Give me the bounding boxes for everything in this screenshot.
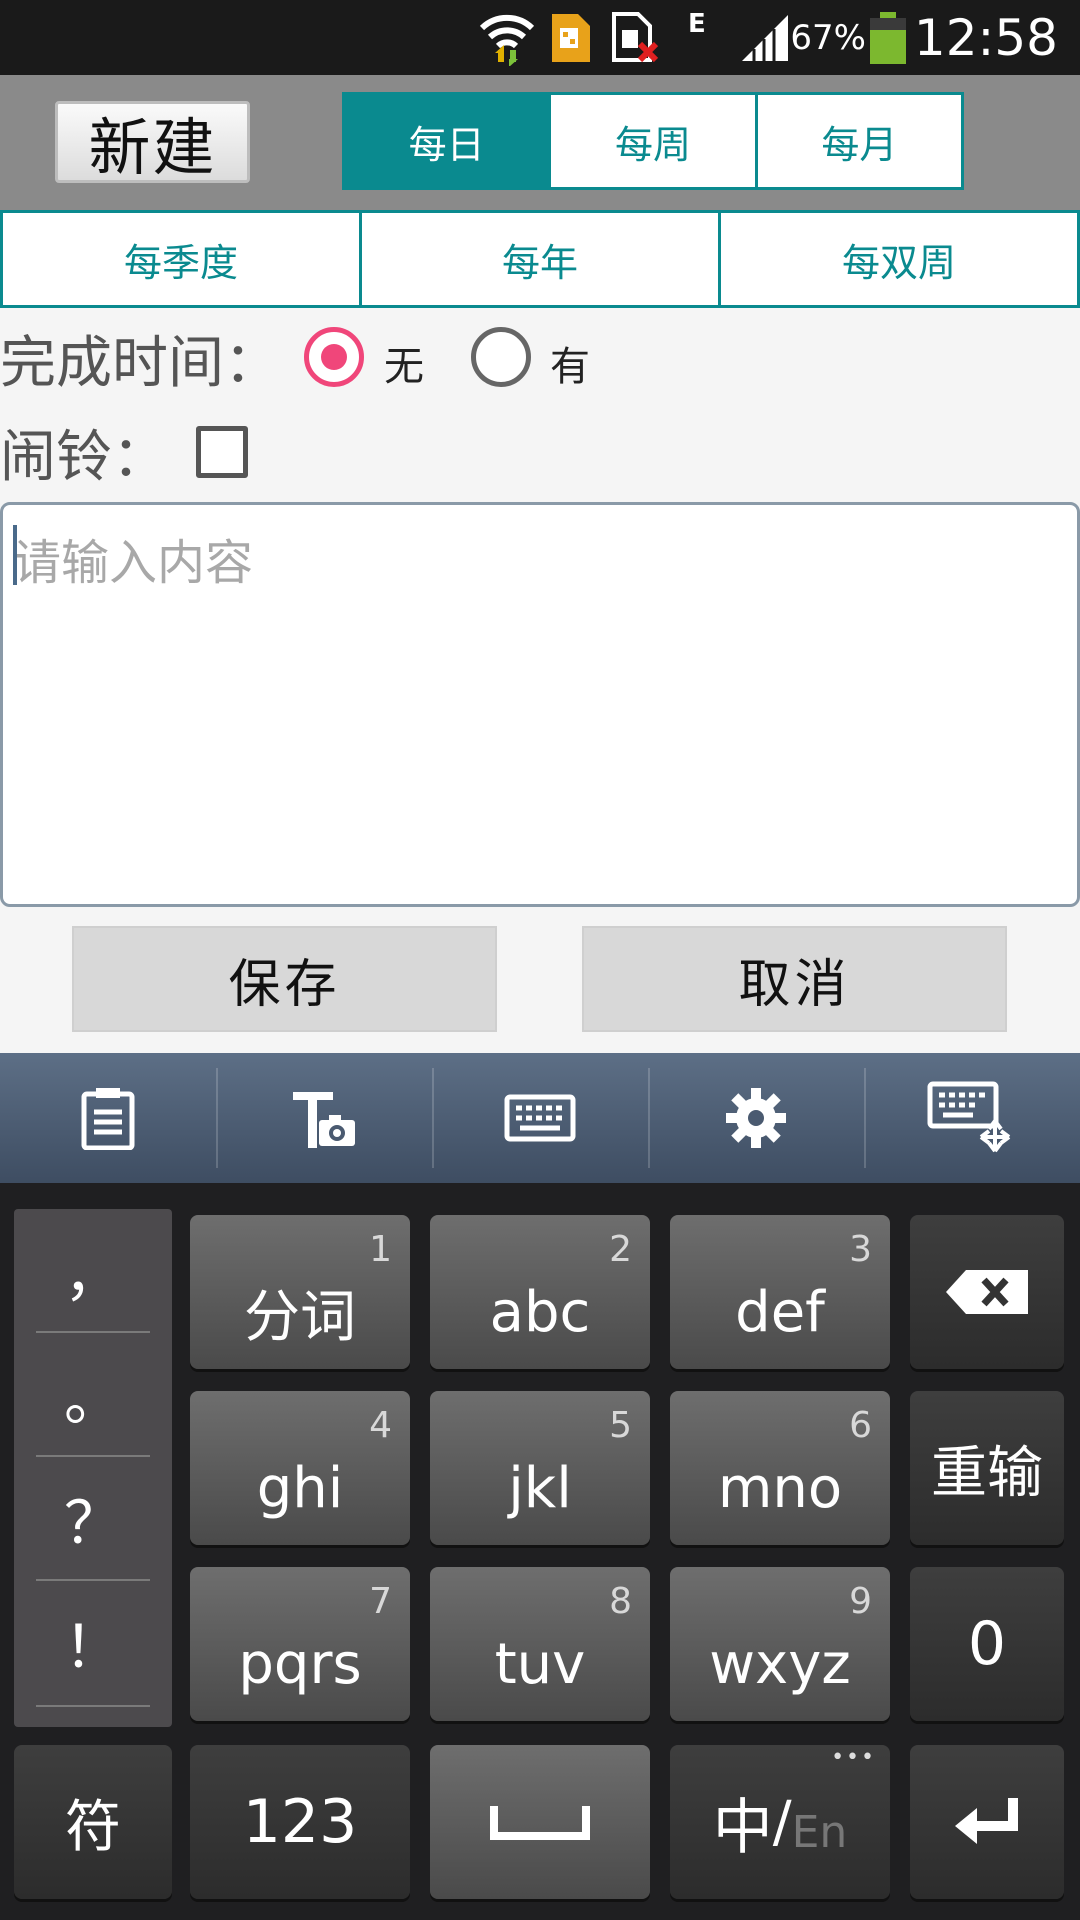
battery-percent: 67% xyxy=(790,17,866,58)
backspace-key[interactable] xyxy=(910,1215,1064,1369)
settings-gear-icon[interactable] xyxy=(648,1053,864,1183)
backspace-icon xyxy=(946,1270,1028,1314)
reinput-key[interactable]: 重输 xyxy=(910,1391,1064,1545)
top-bar: 新建 每日 每周 每月 xyxy=(0,75,1080,210)
save-button[interactable]: 保存 xyxy=(72,926,497,1032)
key-label: mno xyxy=(717,1455,843,1521)
lang-secondary: En xyxy=(791,1806,848,1858)
status-bar: E 67% 12:58 xyxy=(0,0,1080,75)
keyboard-icon[interactable] xyxy=(432,1053,648,1183)
text-cursor xyxy=(13,525,17,585)
enter-icon xyxy=(955,1798,1018,1844)
tab-monthly[interactable]: 每月 xyxy=(754,95,961,187)
divider xyxy=(36,1705,150,1707)
no-sim-icon xyxy=(610,0,660,75)
key-5[interactable]: 5 jkl xyxy=(430,1391,650,1545)
punctuation-column: ， 。 ？ ！ xyxy=(14,1209,172,1727)
key-number: 5 xyxy=(609,1405,632,1446)
key-6[interactable]: 6 mno xyxy=(670,1391,890,1545)
clipboard-icon[interactable] xyxy=(0,1053,216,1183)
tab-biweekly[interactable]: 每双周 xyxy=(718,213,1077,305)
key-8[interactable]: 8 tuv xyxy=(430,1567,650,1721)
lang-separator: / xyxy=(772,1789,792,1855)
key-4[interactable]: 4 ghi xyxy=(190,1391,410,1545)
punct-exclaim-key[interactable]: ！ xyxy=(14,1581,172,1703)
enter-key[interactable] xyxy=(910,1745,1064,1899)
battery-icon xyxy=(868,0,908,75)
key-3[interactable]: 3 def xyxy=(670,1215,890,1369)
text-camera-icon[interactable] xyxy=(216,1053,432,1183)
symbol-key[interactable]: 符 xyxy=(14,1745,172,1899)
tab-quarterly[interactable]: 每季度 xyxy=(3,213,359,305)
keyboard-resize-icon[interactable] xyxy=(864,1053,1080,1183)
key-number: 3 xyxy=(849,1229,872,1270)
key-number: 9 xyxy=(849,1581,872,1622)
more-dots: ••• xyxy=(831,1745,876,1770)
key-label: def xyxy=(735,1279,825,1345)
alarm-checkbox[interactable] xyxy=(196,426,248,478)
cancel-button[interactable]: 取消 xyxy=(582,926,1007,1032)
key-label: tuv xyxy=(494,1631,586,1697)
radio-has-label[interactable]: 有 xyxy=(550,334,590,392)
zero-key[interactable]: 0 xyxy=(910,1567,1064,1721)
tab-daily[interactable]: 每日 xyxy=(345,95,549,187)
radio-none[interactable] xyxy=(304,327,364,387)
content-input-wrapper xyxy=(0,502,1080,907)
lang-primary: 中 xyxy=(712,1792,773,1863)
alarm-label: 闹铃： xyxy=(0,425,168,490)
tab-yearly[interactable]: 每年 xyxy=(359,213,718,305)
key-number: 4 xyxy=(369,1405,392,1446)
key-number: 6 xyxy=(849,1405,872,1446)
tab-weekly[interactable]: 每周 xyxy=(548,95,755,187)
key-number: 2 xyxy=(609,1229,632,1270)
punct-comma-key[interactable]: ， xyxy=(14,1209,172,1331)
punct-period-key[interactable]: 。 xyxy=(14,1333,172,1455)
period-tabs-primary: 每日 每周 每月 xyxy=(342,92,964,190)
key-label: wxyz xyxy=(709,1631,851,1697)
completion-time-label: 完成时间： xyxy=(0,331,280,396)
key-number: 7 xyxy=(369,1581,392,1622)
key-number: 1 xyxy=(369,1229,392,1270)
key-2[interactable]: 2 abc xyxy=(430,1215,650,1369)
clock: 12:58 xyxy=(913,8,1058,67)
new-button[interactable]: 新建 xyxy=(55,101,250,184)
key-label: abc xyxy=(489,1279,591,1345)
signal-icon xyxy=(740,0,790,75)
key-label: pqrs xyxy=(238,1631,362,1697)
sim-card-icon xyxy=(548,0,592,75)
space-key[interactable] xyxy=(430,1745,650,1899)
key-7[interactable]: 7 pqrs xyxy=(190,1567,410,1721)
keyboard: ， 。 ？ ！ 1 分词 2 abc 3 def 4 ghi 5 jkl 6 m… xyxy=(0,1183,1080,1920)
punct-question-key[interactable]: ？ xyxy=(14,1457,172,1579)
network-type: E xyxy=(688,8,706,39)
key-label: jkl xyxy=(508,1455,572,1521)
language-switch-key[interactable]: ••• 中 / En xyxy=(670,1745,890,1899)
key-9[interactable]: 9 wxyz xyxy=(670,1567,890,1721)
radio-has[interactable] xyxy=(471,327,531,387)
period-tabs-secondary: 每季度 每年 每双周 xyxy=(0,210,1080,308)
space-icon xyxy=(490,1806,590,1840)
key-number: 8 xyxy=(609,1581,632,1622)
numbers-key[interactable]: 123 xyxy=(190,1745,410,1899)
key-label: ghi xyxy=(256,1455,344,1521)
wifi-icon xyxy=(478,0,536,75)
key-label: 分词 xyxy=(244,1284,356,1350)
keyboard-toolbar xyxy=(0,1053,1080,1183)
radio-none-label[interactable]: 无 xyxy=(384,334,424,392)
content-input[interactable] xyxy=(3,505,1077,904)
key-1[interactable]: 1 分词 xyxy=(190,1215,410,1369)
